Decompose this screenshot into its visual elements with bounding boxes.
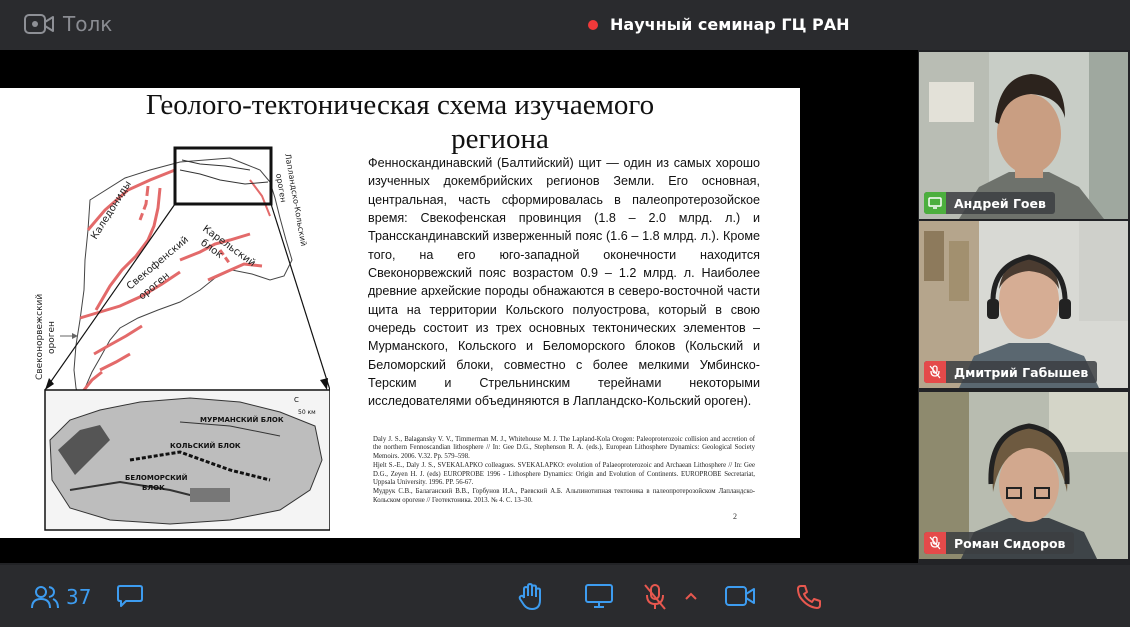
meeting-header: Научный семинар ГЦ РАН [588,15,850,34]
raise-hand-icon [518,583,541,610]
participant-name: Роман Сидоров [954,535,1066,551]
raise-hand-button[interactable] [516,583,544,611]
brand: Толк [23,12,112,36]
participant-nameplate: Андрей Гоев [924,192,1055,214]
video-logo-icon [24,14,54,34]
chevron-up-icon [685,592,697,600]
participant-nameplate: Дмитрий Габышев [924,361,1098,383]
participant-nameplate: Роман Сидоров [924,532,1075,554]
camera-toggle-button[interactable] [724,583,756,609]
screen-icon [924,192,946,214]
slide-body-text: Фенноскандинавский (Балтийский) щит — од… [368,156,760,409]
participant-name: Андрей Гоев [954,195,1046,211]
map-label-kola: КОЛЬСКИЙ БЛОК [170,441,241,450]
map-label-murmansk: МУРМАНСКИЙ БЛОК [200,415,284,424]
participants-icon [31,586,59,609]
participant-tile[interactable]: Роман Сидоров [919,392,1128,559]
map-label-belomorsky: БЕЛОМОРСКИЙ [125,473,188,482]
chat-icon [117,585,143,607]
slide-page-number: 2 [733,512,737,521]
map-label-svekonorwegian: Свеконорвежский [35,294,45,380]
app-name: Толк [63,12,113,36]
map-label-blok: БЛОК [142,484,165,492]
recording-indicator [588,19,598,30]
participants-count: 37 [66,585,92,609]
participant-tile[interactable]: Дмитрий Габышев [919,221,1128,388]
chat-button[interactable] [116,583,144,609]
mic-options-button[interactable] [684,591,698,601]
mic-muted-icon [644,584,666,610]
mic-muted-icon [924,361,946,383]
participant-name: Дмитрий Габышев [954,364,1089,380]
map-label-lapland-orogen: ороген [274,173,288,203]
map-label-caledonides: Каледониды [89,179,134,241]
meeting-title: Научный семинар ГЦ РАН [610,15,850,34]
slide-title-line1: Геолого-тектоническая схема изучаемого [145,89,655,121]
shared-slide: Геолого-тектоническая схема изучаемого р… [0,88,800,538]
presentation-stage: Геолого-тектоническая схема изучаемого р… [0,50,918,563]
map-label-svekonorwegian-orogen: ороген [47,321,57,354]
bottom-toolbar: 37 [0,565,1130,627]
screen-share-icon [585,584,613,608]
slide-references: Daly J. S., Balagansky V. V., Timmerman … [373,436,755,506]
map-label-north: С [294,396,299,404]
hangup-icon [797,585,821,609]
tectonic-map: Каледониды Свекофенский ороген Карельски… [35,146,330,531]
top-bar: Толк Научный семинар ГЦ РАН [0,0,1130,50]
reference-item: Hjelt S.-E., Daly J. S., SVEKALAPKO coll… [373,462,755,487]
camera-icon [725,586,755,606]
map-label-scale: 50 км [298,409,316,416]
reference-item: Мудрук С.В., Балаганский В.В., Горбунов … [373,488,755,504]
mic-toggle-button[interactable] [642,583,668,611]
conference-app: Толк Научный семинар ГЦ РАН Геолого-тект… [0,0,1130,627]
mic-muted-icon [924,532,946,554]
participant-tile[interactable]: Андрей Гоев [919,52,1128,219]
screen-share-button[interactable] [584,583,614,609]
reference-item: Daly J. S., Balagansky V. V., Timmerman … [373,436,755,460]
hangup-button[interactable] [795,583,823,611]
participants-button[interactable]: 37 [30,584,91,610]
